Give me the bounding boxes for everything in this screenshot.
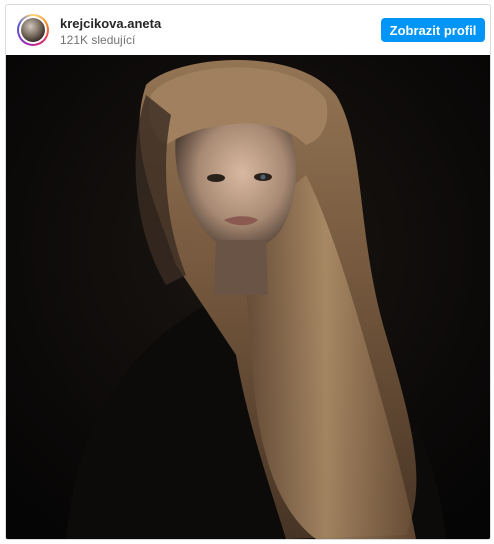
view-profile-button[interactable]: Zobrazit profil — [381, 18, 485, 42]
avatar-photo-icon — [21, 18, 45, 42]
post-header: krejcikova.aneta 121K sledující Zobrazit… — [6, 5, 490, 55]
embed-card: krejcikova.aneta 121K sledující Zobrazit… — [5, 4, 491, 540]
post-photo[interactable] — [6, 55, 490, 539]
avatar[interactable] — [17, 14, 49, 46]
follower-count: 121K sledující — [60, 33, 136, 47]
portrait-photo-icon — [6, 55, 490, 539]
username-link[interactable]: krejcikova.aneta — [60, 16, 161, 31]
avatar-image — [19, 16, 47, 44]
